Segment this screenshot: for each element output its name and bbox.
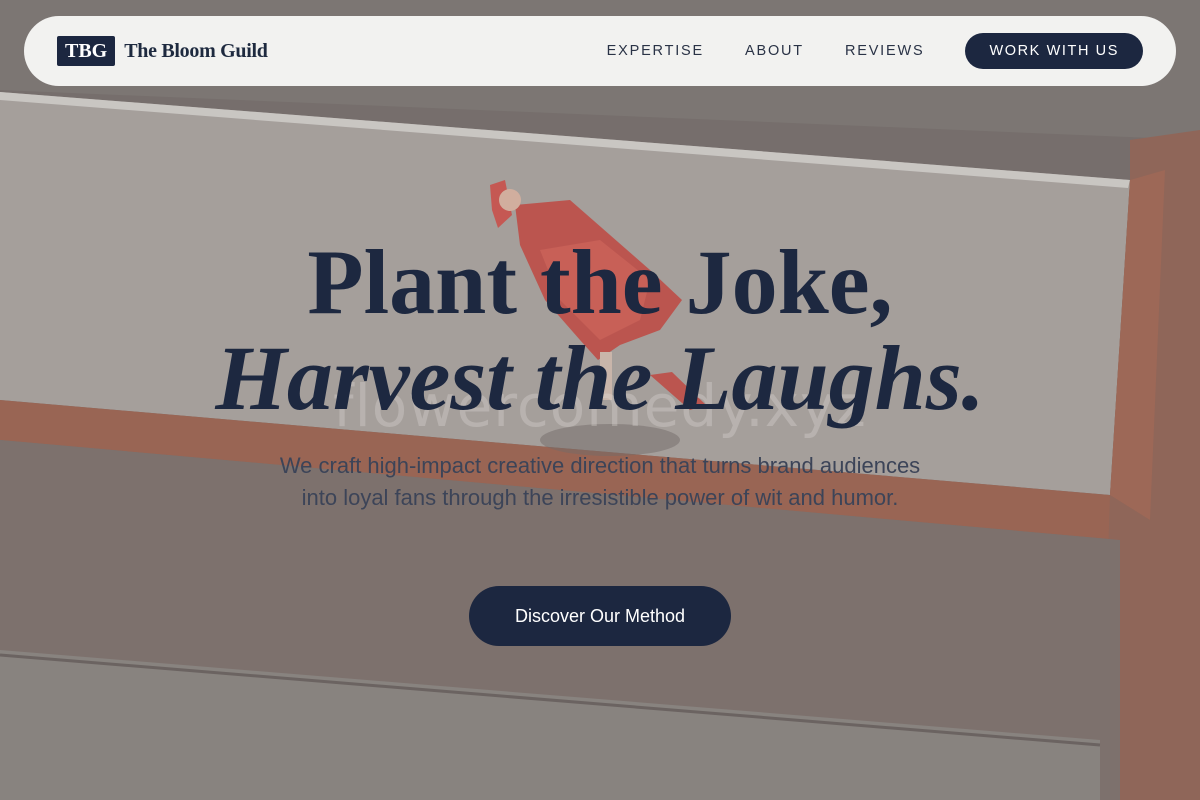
- hero-headline-line2: Harvest the Laughs.: [215, 327, 985, 429]
- hero-headline-line1: Plant the Joke,: [307, 231, 893, 333]
- work-with-us-button[interactable]: WORK WITH US: [965, 33, 1143, 69]
- brand-logo[interactable]: TBG The Bloom Guild: [57, 36, 268, 66]
- brand-name: The Bloom Guild: [124, 39, 268, 62]
- hero-subtitle: We craft high-impact creative direction …: [279, 453, 921, 510]
- nav-menu: EXPERTISE ABOUT REVIEWS WORK WITH US: [607, 33, 1143, 69]
- nav-link-reviews[interactable]: REVIEWS: [845, 43, 924, 59]
- nav-link-about[interactable]: ABOUT: [745, 43, 804, 59]
- discover-method-button[interactable]: Discover Our Method: [469, 586, 731, 646]
- brand-monogram: TBG: [57, 36, 116, 66]
- top-navigation: TBG The Bloom Guild EXPERTISE ABOUT REVI…: [24, 16, 1176, 86]
- nav-link-expertise[interactable]: EXPERTISE: [607, 43, 704, 59]
